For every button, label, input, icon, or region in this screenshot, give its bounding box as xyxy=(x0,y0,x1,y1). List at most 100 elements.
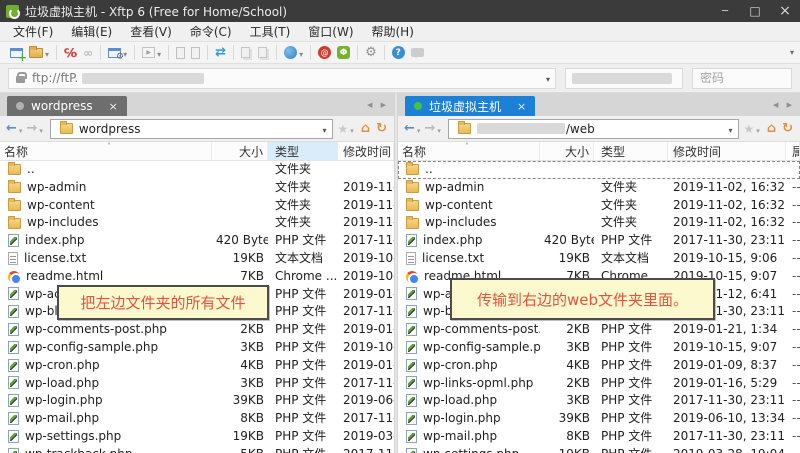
url-dropdown-icon[interactable] xyxy=(546,71,550,85)
forward-history-icon[interactable] xyxy=(437,122,441,136)
column-header[interactable]: 大小 xyxy=(540,142,594,160)
menu-item[interactable]: 工具(T) xyxy=(241,23,300,40)
file-row[interactable]: wp-trackback.php5KBPHP 文件2017-11-30, 23:… xyxy=(0,446,394,453)
web-icon[interactable] xyxy=(284,46,303,60)
favorites-dropdown-icon[interactable] xyxy=(350,122,354,136)
open-folder-icon[interactable] xyxy=(29,45,49,60)
dropdown-arrow-icon[interactable] xyxy=(43,46,49,60)
back-icon[interactable] xyxy=(5,121,18,136)
refresh-icon[interactable] xyxy=(374,121,389,136)
file-row[interactable]: wp-admin 文件夹 2019-11-02, 16:32 -- xyxy=(398,179,800,197)
tab-remote-session[interactable]: 垃圾虚拟主机 xyxy=(405,96,536,116)
file-type: PHP 文件 xyxy=(275,357,327,372)
home-icon[interactable] xyxy=(763,121,780,136)
url-field[interactable]: ftp://ftP. xyxy=(8,67,556,89)
back-history-icon[interactable] xyxy=(417,122,421,136)
column-header[interactable]: 修改时间 xyxy=(668,142,786,160)
download-icon[interactable] xyxy=(191,46,201,59)
column-header[interactable]: 类型 xyxy=(594,142,668,160)
file-row[interactable]: wp-content 文件夹 2019-11-02, 16:32 -- xyxy=(398,197,800,215)
xshell-icon[interactable] xyxy=(318,46,332,59)
back-icon[interactable] xyxy=(403,121,416,136)
tab-scroll-arrows-icon[interactable] xyxy=(367,101,389,109)
file-row[interactable]: wp-mail.php 8KB PHP 文件 2017-11-30, 23:11 xyxy=(0,410,394,428)
favorites-star-icon[interactable] xyxy=(337,122,350,136)
xftp-icon[interactable] xyxy=(337,46,351,59)
file-row[interactable]: wp-comments-post.php 2KB PHP 文件 2019-01-21,… xyxy=(0,321,394,339)
favorites-star-icon[interactable] xyxy=(743,122,756,136)
file-row[interactable]: wp-admin 文件夹 2019-11-02, 16:32 xyxy=(0,179,394,197)
file-row[interactable]: wp-config-sample.php 3KB PHP 文件 2019-10-15,… xyxy=(398,339,800,357)
file-row[interactable]: index.php 420 Bytes PHP 文件 2017-11-30, 23:1… xyxy=(0,232,394,250)
transfer-icon[interactable] xyxy=(215,45,226,60)
disconnect-icon[interactable] xyxy=(64,46,77,60)
remote-path-combo[interactable]: /web xyxy=(447,118,739,139)
tab-close-icon[interactable] xyxy=(517,100,526,113)
favorites-dropdown-icon[interactable] xyxy=(756,122,760,136)
close-icon[interactable] xyxy=(770,0,800,22)
file-row[interactable]: wp-mail.php 8KB PHP 文件 2017-11-30, 23:11 -- xyxy=(398,428,800,446)
column-header[interactable]: 名称 xyxy=(0,142,212,160)
maximize-icon[interactable] xyxy=(740,0,770,22)
file-row[interactable]: wp-login.php 39KB PHP 文件 2019-06-10, 13:34 xyxy=(0,392,394,410)
new-session-icon[interactable] xyxy=(10,47,27,62)
file-row[interactable]: license.txt 19KB 文本文档 2019-10-15, 9:06 xyxy=(0,250,394,268)
file-row[interactable]: wp-config-sample.php 3KB PHP 文件 2019-10-15,… xyxy=(0,339,394,357)
path-dropdown-icon[interactable] xyxy=(728,122,732,136)
file-row[interactable]: wp-load.php 3KB PHP 文件 2017-11-30, 23:11 xyxy=(0,375,394,393)
menu-item[interactable]: 命令(C) xyxy=(181,23,241,40)
home-icon[interactable] xyxy=(357,121,374,136)
run-icon[interactable] xyxy=(142,46,161,60)
refresh-icon[interactable] xyxy=(780,121,795,136)
file-row[interactable]: wp-cron.php 4KB PHP 文件 2019-01-09, 8:37 xyxy=(0,357,394,375)
column-header[interactable]: 名称 xyxy=(398,142,540,160)
file-row[interactable]: wp-settings.php19KBPHP 文件2019-03-28, 19:… xyxy=(0,428,394,446)
forward-history-icon[interactable] xyxy=(39,122,43,136)
file-row[interactable]: wp-comments-post.php 2KB PHP 文件 2019-01-21,… xyxy=(398,321,800,339)
file-row[interactable]: readme.html 7KB Chrome ... 2019-10-15, 9:07 xyxy=(0,268,394,286)
menu-item[interactable]: 查看(V) xyxy=(121,23,181,40)
tab-close-icon[interactable] xyxy=(109,100,118,113)
file-row[interactable]: wp-includes 文件夹 2019-11-02, 16:32 xyxy=(0,214,394,232)
forward-icon[interactable] xyxy=(423,121,436,136)
menu-item[interactable]: 编辑(E) xyxy=(62,23,121,40)
upload-icon[interactable] xyxy=(176,46,186,59)
feedback-icon[interactable] xyxy=(410,48,424,58)
paste-icon[interactable] xyxy=(258,47,269,58)
file-row[interactable]: wp-settings.php19KBPHP 文件2019-03-28, 19:… xyxy=(398,446,800,453)
password-field[interactable] xyxy=(692,67,792,89)
menu-item[interactable]: 帮助(H) xyxy=(363,23,423,40)
column-header[interactable]: 类型 xyxy=(268,142,338,160)
session-properties-icon[interactable] xyxy=(108,46,127,62)
file-row[interactable]: wp-content 文件夹 2019-11-02, 16:32 xyxy=(0,197,394,215)
path-dropdown-icon[interactable] xyxy=(322,122,326,136)
tab-scroll-arrows-icon[interactable] xyxy=(773,101,795,109)
file-row[interactable]: wp-cron.php 4KB PHP 文件 2019-01-09, 8:37 -- xyxy=(398,357,800,375)
copy-icon[interactable] xyxy=(241,47,252,58)
column-header[interactable]: 大小 xyxy=(212,142,268,160)
file-row[interactable]: .. xyxy=(398,161,800,179)
menu-item[interactable]: 文件(F) xyxy=(4,23,62,40)
file-row[interactable]: wp-links-opml.php 2KB PHP 文件 2019-01-16, 5:… xyxy=(398,375,800,393)
file-row[interactable]: license.txt 19KB 文本文档 2019-10-15, 9:06 -- xyxy=(398,250,800,268)
dropdown-arrow-icon[interactable] xyxy=(155,46,161,60)
back-history-icon[interactable] xyxy=(19,122,23,136)
username-field[interactable] xyxy=(565,67,683,89)
forward-icon[interactable] xyxy=(25,121,38,136)
tab-wordpress[interactable]: wordpress xyxy=(7,96,127,116)
file-row[interactable]: wp-includes 文件夹 2019-11-02, 16:32 -- xyxy=(398,214,800,232)
dropdown-arrow-icon[interactable] xyxy=(297,46,303,60)
local-path-combo[interactable]: wordpress xyxy=(49,118,333,139)
file-row[interactable]: wp-login.php 39KB PHP 文件 2019-06-10, 13:34-… xyxy=(398,410,800,428)
column-header[interactable]: 修改时间 xyxy=(338,142,394,160)
column-header[interactable]: 属性 xyxy=(786,142,800,160)
help-icon[interactable] xyxy=(391,46,405,59)
menu-item[interactable]: 窗口(W) xyxy=(299,23,362,40)
toolbar-overflow-icon[interactable] xyxy=(790,48,794,57)
file-row[interactable]: wp-load.php 3KB PHP 文件 2017-11-30, 23:11 -- xyxy=(398,392,800,410)
file-row[interactable]: .. 文件夹 xyxy=(0,161,394,179)
file-row[interactable]: index.php 420 Bytes PHP 文件 2017-11-30, 23:1… xyxy=(398,232,800,250)
minimize-icon[interactable] xyxy=(710,0,740,22)
reconnect-icon[interactable] xyxy=(83,46,93,60)
options-gear-icon[interactable] xyxy=(365,45,377,60)
